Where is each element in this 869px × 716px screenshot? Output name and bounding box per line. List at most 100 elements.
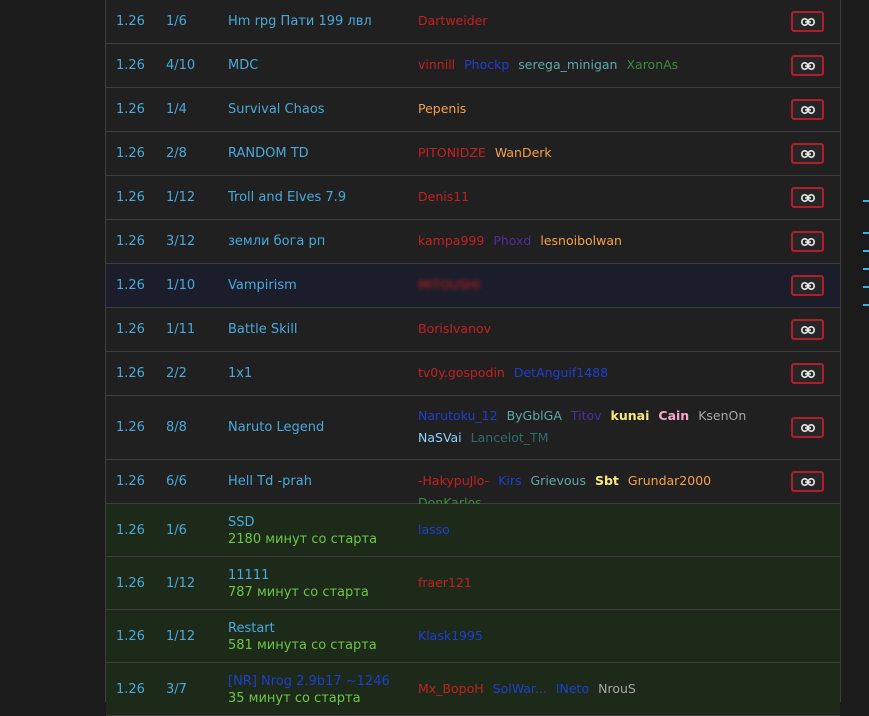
player-name[interactable]: Grievous (531, 470, 586, 492)
player-name[interactable]: Denis11 (418, 186, 469, 208)
game-version: 1.26 (116, 58, 145, 73)
game-version: 1.26 (116, 322, 145, 337)
join-button[interactable] (791, 319, 824, 340)
join-button[interactable] (791, 275, 824, 296)
player-list: Dartweider (418, 10, 778, 32)
slot-count: 1/6 (166, 522, 187, 538)
time-since-start: 35 минут со старта (228, 690, 361, 706)
player-name[interactable]: serega_minigan (518, 54, 617, 76)
lobby-row[interactable]: 1.26 6/6 Hell Td -prah -HakypuJlo- Kirs Griev… (106, 460, 840, 510)
link-icon (800, 477, 815, 486)
player-name[interactable]: Klask1995 (418, 625, 483, 647)
game-name: Battle Skill (228, 321, 413, 338)
game-name: Vampirism (228, 277, 413, 294)
player-name[interactable]: Mx_BopoH (418, 678, 484, 700)
player-list: kampa999 Phoxd lesnoibolwan (418, 230, 778, 252)
player-name[interactable]: NaSVai (418, 427, 462, 449)
join-button[interactable] (791, 11, 824, 32)
player-name[interactable]: WanDerk (495, 142, 552, 164)
player-name[interactable]: lesnoibolwan (540, 230, 622, 252)
slot-count: 1/4 (166, 102, 187, 117)
player-name[interactable]: INeto (556, 678, 589, 700)
link-icon (800, 325, 815, 334)
player-name[interactable]: ByGblGA (507, 405, 562, 427)
game-version: 1.26 (116, 102, 145, 117)
player-name[interactable]: Titov (571, 405, 602, 427)
link-icon (800, 105, 815, 114)
link-icon (800, 149, 815, 158)
game-version: 1.26 (116, 420, 145, 435)
link-icon (800, 17, 815, 26)
player-name[interactable]: KsenOn (698, 405, 746, 427)
player-name[interactable]: Cain (658, 405, 689, 427)
lobby-row[interactable]: 1.26 1/11 Battle Skill BorisIvanov (106, 308, 840, 352)
game-version: 1.26 (116, 681, 145, 697)
link-icon (800, 369, 815, 378)
player-name[interactable]: Grundar2000 (628, 470, 711, 492)
slot-count: 3/7 (166, 681, 187, 697)
game-name: Troll and Elves 7.9 (228, 189, 413, 206)
player-name[interactable]: Kirs (498, 470, 521, 492)
player-name[interactable]: tv0y.gospodin (418, 362, 505, 384)
game-name: 1x1 (228, 365, 413, 382)
player-name[interactable]: vinnill (418, 54, 455, 76)
player-name[interactable]: fraer121 (418, 572, 472, 594)
slot-count: 3/12 (166, 234, 196, 249)
slot-count: 1/10 (166, 278, 196, 293)
player-name[interactable]: kampa999 (418, 230, 484, 252)
game-version: 1.26 (116, 522, 145, 538)
player-name[interactable]: lasso (418, 519, 450, 541)
lobby-row[interactable]: 1.26 1/12 Restart 581 минута со старта Klask… (106, 610, 840, 663)
player-name[interactable]: Dartweider (418, 10, 487, 32)
player-name[interactable]: DetAnguif1488 (514, 362, 608, 384)
slot-count: 1/11 (166, 322, 196, 337)
player-name[interactable]: kunai (611, 405, 650, 427)
game-title: 1x1 (228, 366, 253, 381)
join-button[interactable] (791, 471, 824, 492)
game-title: Hm rpg Пати 199 лвл (228, 14, 372, 29)
game-version: 1.26 (116, 14, 145, 29)
time-since-start: 787 минут со старта (228, 584, 369, 600)
player-name[interactable]: Narutoku_12 (418, 405, 498, 427)
lobby-row[interactable]: 1.26 3/12 земли бога рп kampa999 Phoxd lesnoi… (106, 220, 840, 264)
player-name[interactable]: -HakypuJlo- (418, 470, 489, 492)
player-name[interactable]: NrouS (598, 678, 636, 700)
player-name[interactable]: BorisIvanov (418, 318, 491, 340)
slot-count: 6/6 (166, 474, 187, 489)
lobby-row[interactable]: 1.26 1/6 Hm rpg Пати 199 лвл Dartweider (106, 0, 840, 44)
player-name[interactable]: Pepenis (418, 98, 466, 120)
join-button[interactable] (791, 231, 824, 252)
lobby-row[interactable]: 1.26 1/12 11111 787 минут со старта fraer121 (106, 557, 840, 610)
join-button[interactable] (791, 417, 824, 438)
lobby-row[interactable]: 1.26 2/2 1x1 tv0y.gospodin DetAnguif1488 (106, 352, 840, 396)
join-button[interactable] (791, 363, 824, 384)
game-title: SSD (228, 514, 255, 530)
lobby-row[interactable]: 1.26 3/7 [NR] Nrog 2.9b17 ~1246 35 минут со… (106, 663, 840, 716)
lobby-row[interactable]: 1.26 1/10 Vampirism MITOUSHI (106, 264, 840, 308)
lobby-row[interactable]: 1.26 8/8 Naruto Legend Narutoku_12 ByGblGA Ti… (106, 396, 840, 460)
slot-count: 8/8 (166, 420, 187, 435)
lobby-row[interactable]: 1.26 1/6 SSD 2180 минут со старта lasso (106, 504, 840, 557)
player-name[interactable]: Sbt (595, 470, 619, 492)
game-title: Survival Chaos (228, 102, 325, 117)
game-title: Naruto Legend (228, 420, 325, 435)
join-button[interactable] (791, 99, 824, 120)
player-name[interactable]: PITONIDZE (418, 142, 486, 164)
player-name[interactable]: XaronAs (626, 54, 678, 76)
game-version: 1.26 (116, 146, 145, 161)
player-name[interactable]: MITOUSHI (418, 274, 480, 296)
player-name[interactable]: SolWar... (493, 678, 547, 700)
player-name[interactable]: Lancelot_TM (471, 427, 549, 449)
player-name[interactable]: Phockp (464, 54, 509, 76)
join-button[interactable] (791, 55, 824, 76)
join-button[interactable] (791, 187, 824, 208)
lobby-row[interactable]: 1.26 1/4 Survival Chaos Pepenis (106, 88, 840, 132)
game-name: Hm rpg Пати 199 лвл (228, 13, 413, 30)
lobby-row[interactable]: 1.26 4/10 MDC vinnill Phockp serega_minigan Xa… (106, 44, 840, 88)
game-title: земли бога рп (228, 234, 326, 249)
lobby-row[interactable]: 1.26 1/12 Troll and Elves 7.9 Denis11 (106, 176, 840, 220)
player-name[interactable]: Phoxd (493, 230, 531, 252)
join-button[interactable] (791, 143, 824, 164)
lobby-row[interactable]: 1.26 2/8 RANDOM TD PITONIDZE WanDerk (106, 132, 840, 176)
link-icon (800, 237, 815, 246)
